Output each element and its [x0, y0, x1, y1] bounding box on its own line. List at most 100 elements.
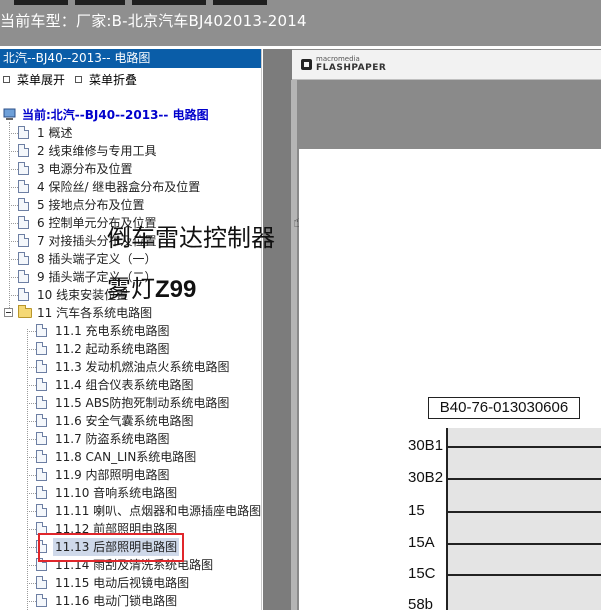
- document-icon: [18, 144, 29, 157]
- tree-connector: [27, 367, 36, 368]
- document-icon: [36, 324, 47, 337]
- tree-header: 北汽--BJ40--2013-- 电路图: [0, 49, 261, 68]
- document-icon: [18, 216, 29, 229]
- document-icon: [18, 180, 29, 193]
- tree-subitem-label: 11.7 防盗系统电路图: [55, 432, 170, 446]
- collapse-menu-button[interactable]: 菜单折叠: [75, 72, 137, 88]
- tree-connector: [27, 421, 36, 422]
- collapse-menu-label: 菜单折叠: [89, 73, 138, 87]
- top-tab[interactable]: [14, 0, 68, 5]
- tree-subitem-label: 11.4 组合仪表系统电路图: [55, 378, 194, 392]
- tree-item-label: 3 电源分布及位置: [37, 162, 133, 176]
- macromedia-logo-icon: [301, 59, 312, 70]
- tree-connector: [27, 601, 36, 602]
- tree-item-label: 1 概述: [37, 126, 73, 140]
- tree-subitem-label: 11.8 CAN_LIN系统电路图: [55, 450, 197, 464]
- window-title: 当前车型：厂家:B-北京汽车BJ402013-2014: [0, 12, 307, 30]
- document-icon: [36, 360, 47, 373]
- pin-label: 58b: [408, 596, 434, 610]
- viewer-scroll-strip[interactable]: [291, 80, 297, 610]
- tree-connector: [27, 331, 36, 332]
- top-tab[interactable]: [75, 0, 125, 5]
- tree-connector: [9, 223, 18, 224]
- tree-connector: [9, 151, 18, 152]
- document-icon: [18, 270, 29, 283]
- title-bar: 当前车型：厂家:B-北京汽车BJ402013-2014: [0, 0, 601, 46]
- document-icon: [36, 396, 47, 409]
- pin-wire: [446, 446, 601, 448]
- document-icon: [18, 252, 29, 265]
- tree-connector: [9, 205, 18, 206]
- tree-connector: [27, 565, 36, 566]
- tree-connector: [27, 349, 36, 350]
- tree-connector: [27, 403, 36, 404]
- tree-subitem-label: 11.9 内部照明电路图: [55, 468, 170, 482]
- computer-icon: [3, 108, 16, 120]
- pin-label: 15: [408, 502, 425, 519]
- pin-wire: [446, 478, 601, 480]
- pin-label: 15C: [408, 565, 436, 582]
- viewer-side-panel: [263, 49, 292, 610]
- page-title-code: Z99: [155, 276, 197, 303]
- tree-subitem-label: 11.3 发动机燃油点火系统电路图: [55, 360, 230, 374]
- top-tab[interactable]: [132, 0, 206, 5]
- expand-menu-button[interactable]: 菜单展开: [3, 72, 65, 88]
- tree-connector: [9, 187, 18, 188]
- pin-wire: [446, 511, 601, 513]
- tree-connector: [9, 259, 18, 260]
- tree-connector: [27, 511, 36, 512]
- document-icon: [36, 486, 47, 499]
- tree-subitem-label: 11.15 电动后视镜电路图: [55, 576, 190, 590]
- tree-folder-label: 11 汽车各系统电路图: [37, 306, 153, 320]
- tree-connector: [27, 385, 36, 386]
- tree-item-label: 4 保险丝/ 继电器盒分布及位置: [37, 180, 201, 194]
- tree-subitem-label: 11.1 充电系统电路图: [55, 324, 170, 338]
- document-icon: [18, 162, 29, 175]
- tree-connector: [9, 277, 18, 278]
- document-icon: [36, 450, 47, 463]
- pin-wire: [446, 543, 601, 545]
- tree-subitem-label: 11.10 音响系统电路图: [55, 486, 178, 500]
- document-icon: [36, 414, 47, 427]
- pin-wire: [446, 574, 601, 576]
- tree-connector: [27, 583, 36, 584]
- document-icon: [18, 126, 29, 139]
- tree-subitem-label: 11.2 起动系统电路图: [55, 342, 170, 356]
- collapse-toggle-icon[interactable]: [4, 308, 13, 317]
- tree-subitem-label: 11.5 ABS防抱死制动系统电路图: [55, 396, 230, 410]
- tree-subitem-label: 11.16 电动门锁电路图: [55, 594, 178, 608]
- tree-subitem-label: 11.6 安全气囊系统电路图: [55, 414, 194, 428]
- document-icon: [36, 504, 47, 517]
- tree-connector: [27, 457, 36, 458]
- pin-label: 30B2: [408, 469, 444, 486]
- document-icon: [36, 576, 47, 589]
- document-icon: [18, 198, 29, 211]
- document-icon: [36, 378, 47, 391]
- tree-connector: [27, 329, 28, 610]
- tree-subitem-label: 11.11 喇叭、点烟器和电源插座电路图: [55, 504, 262, 518]
- tree-pane: 北汽--BJ40--2013-- 电路图 菜单展开 菜单折叠 当前:北汽--BJ…: [0, 49, 262, 610]
- document-icon: [18, 234, 29, 247]
- flashpaper-toolbar: macromedia FLASHPAPER: [292, 50, 601, 80]
- page-title-line-2: 雾灯Z99: [107, 269, 196, 304]
- tree-connector: [27, 529, 36, 530]
- tree-connector: [9, 133, 18, 134]
- selection-highlight-box: [38, 533, 184, 562]
- top-tab-strip: [0, 0, 601, 6]
- document-icon: [18, 288, 29, 301]
- pin-label: 30B1: [408, 437, 444, 454]
- top-tab[interactable]: [213, 0, 267, 5]
- tree-connector: [27, 475, 36, 476]
- collapse-icon: [75, 76, 82, 83]
- folder-open-icon: [18, 305, 32, 318]
- expand-icon: [3, 76, 10, 83]
- connector-code-box: B40-76-013030606: [428, 397, 580, 419]
- tree-connector: [9, 295, 18, 296]
- document-icon: [36, 342, 47, 355]
- tree-connector: [9, 169, 18, 170]
- tree-connector: [27, 547, 36, 548]
- connector-diagram: [446, 428, 601, 610]
- tree-item-label: 5 接地点分布及位置: [37, 198, 145, 212]
- tree-item-label: 2 线束维修与专用工具: [37, 144, 157, 158]
- document-icon: [36, 594, 47, 607]
